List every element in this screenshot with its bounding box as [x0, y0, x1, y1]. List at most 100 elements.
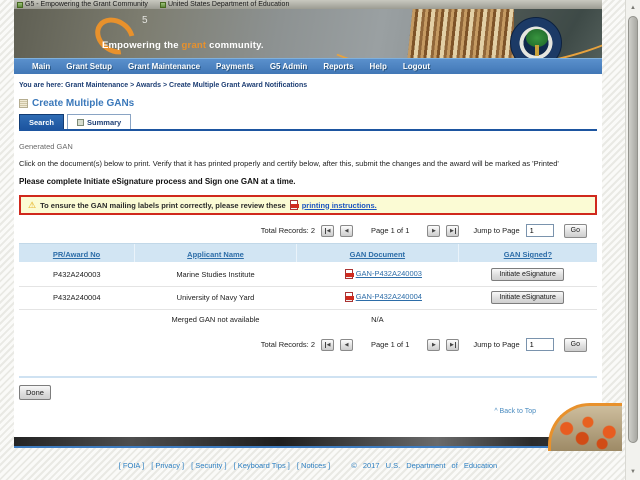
first-page-icon: ◀ [324, 341, 331, 348]
copyright-text: © 2017 U.S. Department of Education [351, 461, 498, 470]
applicant-cell: Marine Studies Institute [134, 263, 297, 287]
last-page-icon: ▶ [449, 227, 456, 234]
next-page-button[interactable]: ▶ [427, 338, 441, 351]
next-page-button[interactable]: ▶ [427, 224, 441, 237]
print-instructions-text: Click on the document(s) below to print.… [19, 159, 559, 168]
nav-item-reports[interactable]: Reports [323, 62, 353, 71]
section-divider [19, 376, 597, 378]
gan-document-link-text: GAN-P432A240004 [355, 292, 422, 301]
g5-logo-number: 5 [142, 15, 148, 26]
nav-item-grant-maintenance[interactable]: Grant Maintenance [128, 62, 200, 71]
gan-signed-cell: Initiate eSignature [458, 263, 597, 287]
tab-summary-label: Summary [87, 118, 122, 127]
gan-signed-cell: Initiate eSignature [458, 286, 597, 310]
breadcrumb-trail[interactable]: Grant Maintenance > Awards > Create Mult… [65, 82, 307, 89]
gan-document-link[interactable]: GAN-P432A240003 [344, 268, 422, 279]
last-page-icon: ▶ [449, 341, 456, 348]
page-heading: Create Multiple GANs [19, 98, 597, 109]
page-indicator: Page 1 of 1 [371, 340, 410, 349]
page-title: Create Multiple GANs [32, 98, 135, 109]
gan-document-cell: GAN-P432A240003 [296, 263, 459, 287]
scroll-up-icon[interactable]: ▲ [626, 2, 640, 14]
prev-page-button[interactable]: ◀ [340, 338, 353, 351]
tab-summary[interactable]: Summary [67, 114, 132, 129]
tagline-prefix: Empowering the [102, 40, 182, 51]
jump-to-page-input[interactable] [525, 338, 554, 351]
first-page-icon: ◀ [324, 227, 331, 234]
nav-item-main[interactable]: Main [32, 62, 50, 71]
nav-item-grant-setup[interactable]: Grant Setup [66, 62, 112, 71]
initiate-esignature-button[interactable]: Initiate eSignature [491, 291, 564, 304]
nav-item-logout[interactable]: Logout [403, 62, 430, 71]
initiate-esignature-button[interactable]: Initiate eSignature [491, 268, 564, 282]
pdf-icon [344, 268, 354, 279]
merged-gan-label: Merged GAN not available [171, 314, 260, 324]
esignature-note: Please complete Initiate eSignature proc… [19, 177, 296, 186]
gan-document-cell: GAN-P432A240004 [296, 286, 459, 310]
gan-document-link-text: GAN-P432A240003 [355, 269, 422, 279]
footer-link-security[interactable]: [ Security ] [191, 461, 226, 470]
main-column: G5 - Empowering the Grant Community Unit… [14, 0, 602, 480]
gan-table: PR/Award No Applicant Name GAN Document … [19, 243, 597, 329]
vertical-scrollbar: ▲ ▼ [625, 0, 640, 480]
go-button[interactable]: Go [563, 337, 587, 352]
merged-gan-value: N/A [371, 314, 384, 324]
first-page-button[interactable]: ◀ [321, 338, 334, 351]
banner-tagline: Empowering the grant community. [102, 40, 264, 51]
pdf-icon [289, 200, 299, 210]
warning-banner: ⚠ To ensure the GAN mailing labels print… [19, 195, 597, 215]
window-title-2-text: United States Department of Education [167, 1, 290, 8]
next-page-icon: ▶ [431, 341, 436, 348]
section-label: Generated GAN [19, 142, 73, 151]
scrollbar-thumb[interactable] [628, 16, 638, 443]
header-gan-document[interactable]: GAN Document [350, 250, 405, 259]
nav-item-help[interactable]: Help [370, 62, 387, 71]
nav-item-payments[interactable]: Payments [216, 62, 254, 71]
merged-gan-row: Merged GAN not available N/A [19, 309, 597, 329]
footer-link-keyboard-tips[interactable]: [ Keyboard Tips ] [234, 461, 290, 470]
total-records-label: Total Records: 2 [260, 340, 315, 349]
applicant-cell: University of Navy Yard [134, 286, 297, 310]
window-title-1: G5 - Empowering the Grant Community [17, 1, 148, 8]
footer-link-foia[interactable]: [ FOIA ] [119, 461, 144, 470]
last-page-button[interactable]: ▶ [446, 224, 460, 237]
header-pr-award-no[interactable]: PR/Award No [53, 250, 100, 259]
first-page-button[interactable]: ◀ [321, 224, 334, 237]
list-icon [19, 99, 28, 108]
gan-document-link[interactable]: GAN-P432A240004 [344, 291, 422, 302]
breadcrumb: You are here: Grant Maintenance > Awards… [19, 74, 597, 89]
scroll-down-icon[interactable]: ▼ [626, 466, 640, 478]
back-to-top-link[interactable]: ^ Back to Top [494, 408, 536, 415]
jump-to-page-label: Jump to Page [473, 226, 520, 235]
header-gan-signed[interactable]: GAN Signed? [504, 250, 552, 259]
last-page-button[interactable]: ▶ [446, 338, 460, 351]
pagination-bottom: Total Records: 2 ◀ ◀ Page 1 of 1 ▶ ▶ Jum… [19, 337, 597, 352]
window-title-2: United States Department of Education [159, 1, 290, 8]
done-button[interactable]: Done [19, 385, 51, 400]
footer-link-privacy[interactable]: [ Privacy ] [151, 461, 184, 470]
seal-trunk [535, 45, 539, 56]
tab-search[interactable]: Search [19, 114, 65, 129]
window-title-bar: G5 - Empowering the Grant Community Unit… [14, 0, 602, 9]
g5-banner: 5 Empowering the grant community. [14, 9, 602, 58]
page-indicator: Page 1 of 1 [371, 226, 410, 235]
prev-page-button[interactable]: ◀ [340, 224, 353, 237]
footer-link-notices[interactable]: [ Notices ] [297, 461, 330, 470]
award-no-cell: P432A240003 [19, 263, 135, 287]
nav-item-g5-admin[interactable]: G5 Admin [270, 62, 307, 71]
footer-divider-strip [14, 437, 602, 448]
table-header-row: PR/Award No Applicant Name GAN Document … [19, 243, 597, 264]
tagline-highlight: grant [181, 40, 207, 51]
tab-bar: Search Summary [19, 114, 597, 131]
go-button[interactable]: Go [563, 223, 587, 238]
page-icon [17, 1, 23, 8]
table-row: P432A240004 University of Navy Yard GAN-… [19, 286, 597, 310]
content-panel: You are here: Grant Maintenance > Awards… [14, 74, 602, 437]
warning-text: To ensure the GAN mailing labels print c… [40, 200, 286, 210]
jump-to-page-input[interactable] [525, 224, 554, 237]
header-applicant-name[interactable]: Applicant Name [187, 250, 244, 259]
jump-to-page-label: Jump to Page [473, 340, 520, 349]
table-row: P432A240003 Marine Studies Institute GAN… [19, 263, 597, 287]
prev-page-icon: ◀ [344, 341, 349, 348]
printing-instructions-link[interactable]: printing instructions. [302, 201, 377, 210]
